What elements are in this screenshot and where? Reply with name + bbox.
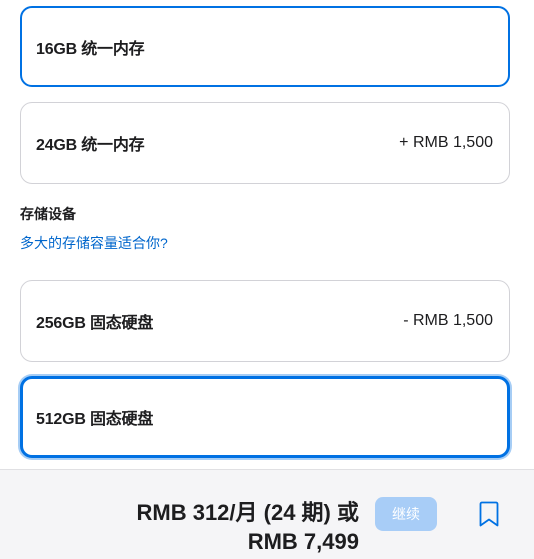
continue-button[interactable]: 继续	[375, 497, 437, 531]
monthly-price: RMB 312/月 (24 期) 或	[136, 500, 360, 525]
storage-help-link[interactable]: 多大的存储容量适合你?	[20, 233, 168, 253]
option-label: 512GB 固态硬盘	[36, 411, 154, 428]
option-price: + RMB 1,500	[399, 134, 493, 151]
bookmark-icon[interactable]	[478, 500, 500, 528]
option-label: 16GB 统一内存	[36, 40, 145, 58]
memory-option-16gb[interactable]: 16GB 统一内存	[20, 6, 510, 87]
storage-option-256gb[interactable]: 256GB 固态硬盘 - RMB 1,500	[20, 280, 510, 362]
price-summary: RMB 312/月 (24 期) 或 RMB 7,499	[137, 498, 360, 556]
summary-footer: RMB 312/月 (24 期) 或 RMB 7,499 继续	[0, 469, 534, 559]
option-label: 24GB 统一内存	[36, 137, 145, 154]
total-price: RMB 7,499	[247, 529, 359, 554]
storage-section-title: 存储设备	[20, 206, 76, 222]
option-label: 256GB 固态硬盘	[36, 315, 154, 332]
storage-option-512gb[interactable]: 512GB 固态硬盘	[20, 376, 510, 458]
memory-option-24gb[interactable]: 24GB 统一内存 + RMB 1,500	[20, 102, 510, 184]
option-price: - RMB 1,500	[403, 312, 493, 329]
